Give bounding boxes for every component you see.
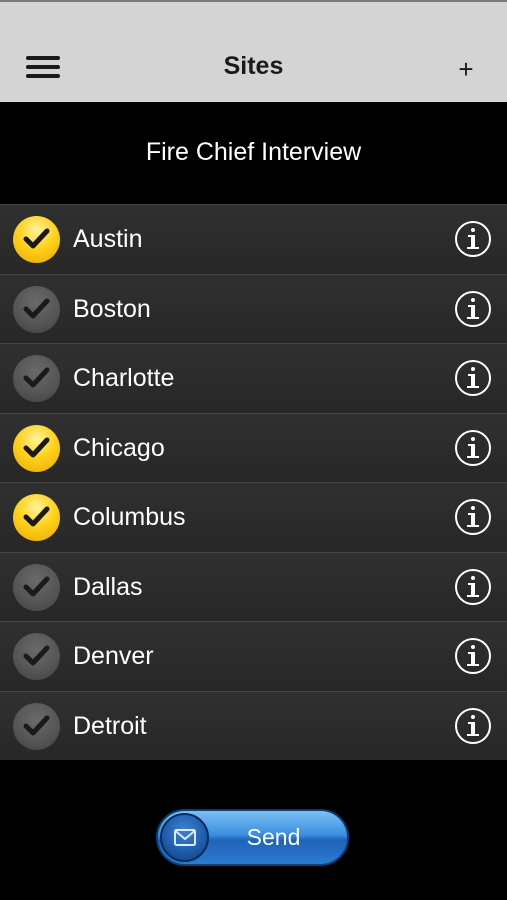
add-site-button[interactable]: + (449, 52, 483, 86)
site-list: Austin Boston Charlotte Chicago Columbus… (0, 204, 507, 760)
site-row[interactable]: Columbus (0, 482, 507, 552)
checkmark-icon[interactable] (13, 494, 60, 541)
checkmark-icon[interactable] (13, 285, 60, 333)
send-label: Send (246, 824, 301, 850)
site-row[interactable]: Dallas (0, 551, 507, 621)
navigation-bar: Sites + (0, 0, 507, 102)
site-row[interactable]: Chicago (0, 412, 507, 482)
site-row[interactable]: Detroit (0, 690, 507, 760)
site-name: Detroit (73, 711, 147, 740)
site-row[interactable]: Denver (0, 621, 507, 691)
checkmark-icon[interactable] (13, 563, 60, 611)
info-icon[interactable] (455, 429, 491, 466)
checkmark-icon[interactable] (13, 216, 60, 263)
info-icon[interactable] (455, 221, 491, 257)
checkmark-icon[interactable] (13, 633, 60, 680)
page-title: Sites (223, 52, 284, 80)
site-name: Charlotte (73, 364, 175, 392)
site-name: Chicago (73, 433, 165, 462)
survey-title: Fire Chief Interview (0, 102, 507, 204)
site-name: Austin (73, 225, 143, 253)
send-button[interactable]: Send (156, 809, 349, 866)
info-icon[interactable] (455, 499, 491, 535)
info-icon[interactable] (455, 707, 491, 744)
site-name: Denver (73, 642, 154, 670)
site-name: Dallas (73, 572, 143, 601)
info-icon[interactable] (455, 360, 491, 396)
checkmark-icon[interactable] (13, 355, 60, 402)
site-row[interactable]: Boston (0, 273, 507, 343)
checkmark-icon[interactable] (13, 702, 60, 750)
site-row[interactable]: Charlotte (0, 343, 507, 413)
info-icon[interactable] (455, 638, 491, 674)
site-row[interactable]: Austin (0, 204, 507, 274)
info-icon[interactable] (455, 290, 491, 327)
site-name: Columbus (73, 503, 186, 531)
envelope-icon (160, 813, 209, 862)
site-name: Boston (73, 294, 151, 323)
checkmark-icon[interactable] (13, 424, 60, 472)
info-icon[interactable] (455, 568, 491, 605)
